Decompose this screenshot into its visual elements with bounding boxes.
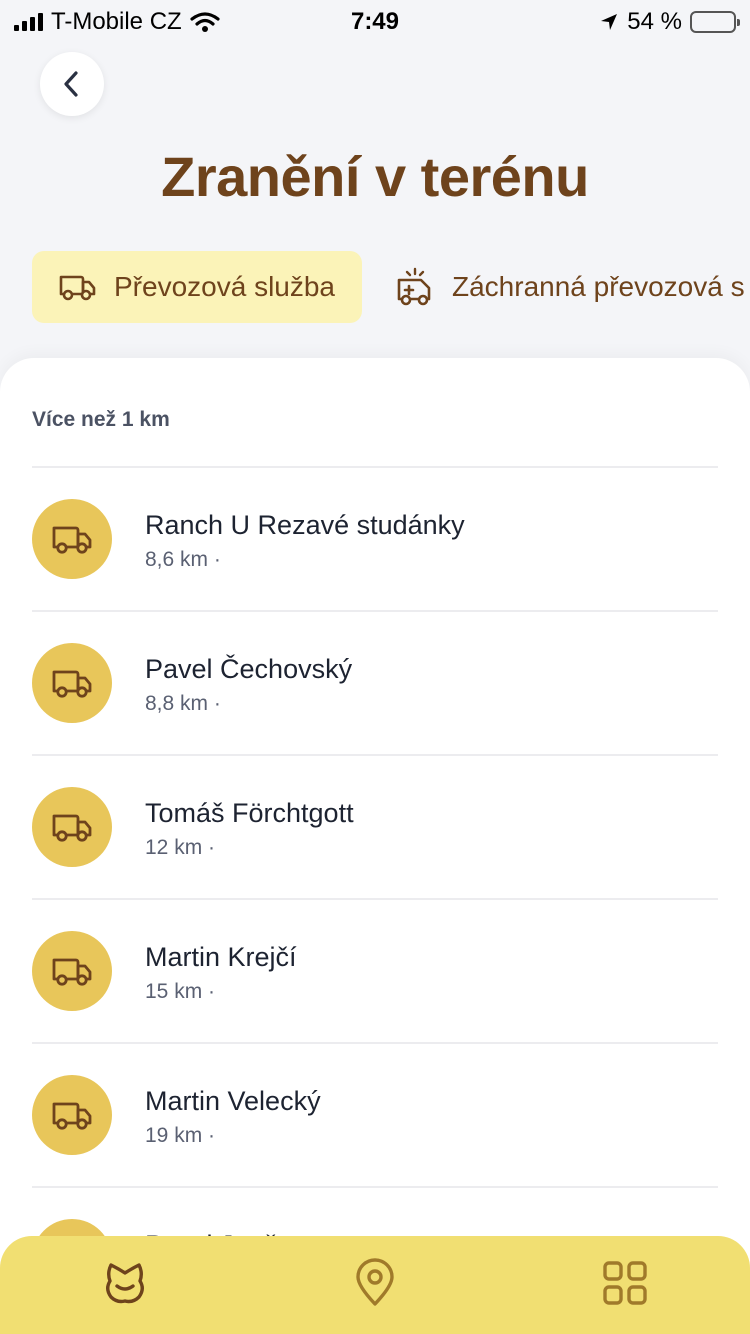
status-bar: T-Mobile CZ 7:49 54 %: [0, 0, 750, 44]
item-name: Martin Krejčí: [145, 942, 297, 972]
chip-rescue-transport[interactable]: Záchranná převozová s: [370, 251, 750, 323]
list-item[interactable]: Ranch U Rezavé studánky 8,6 km ·: [32, 466, 718, 610]
chip-transport-service[interactable]: Převozová služba: [32, 251, 362, 323]
battery-icon: [690, 11, 740, 33]
truck-icon: [32, 499, 112, 579]
list-item[interactable]: Tomáš Förchtgott 12 km ·: [32, 754, 718, 898]
item-distance: 15 km ·: [145, 980, 216, 1003]
provider-list: Ranch U Rezavé studánky 8,6 km · Pavel Č…: [32, 466, 718, 1330]
section-label: Více než 1 km: [32, 408, 170, 431]
item-name: Ranch U Rezavé studánky: [145, 510, 465, 540]
category-chips: Převozová služba Záchranná převozová s: [32, 251, 750, 323]
item-name: Tomáš Förchtgott: [145, 798, 354, 828]
item-name: Pavel Čechovský: [145, 654, 353, 684]
truck-icon: [32, 643, 112, 723]
results-card: Více než 1 km Ranch U Rezavé studánky 8,…: [0, 358, 750, 1334]
chevron-left-icon: [64, 71, 78, 97]
chip-label: Převozová služba: [114, 271, 336, 302]
location-arrow-icon: [601, 14, 618, 30]
pet-icon: [106, 1263, 144, 1304]
item-distance: 19 km ·: [145, 1124, 216, 1147]
truck-icon: [32, 931, 112, 1011]
tab-menu[interactable]: [585, 1243, 665, 1323]
list-item[interactable]: Martin Velecký 19 km ·: [32, 1042, 718, 1186]
page-title: Zranění v terénu: [161, 145, 589, 208]
item-distance: 8,6 km ·: [145, 548, 221, 571]
truck-icon: [32, 1075, 112, 1155]
list-item[interactable]: Pavel Čechovský 8,8 km ·: [32, 610, 718, 754]
back-button[interactable]: [40, 52, 104, 116]
item-distance: 12 km ·: [145, 836, 216, 859]
truck-icon: [32, 787, 112, 867]
grid-icon: [603, 1261, 647, 1305]
van-icon: [59, 275, 96, 301]
tab-bar: [0, 1236, 750, 1334]
chip-label: Záchranná převozová s: [452, 271, 745, 302]
tab-location[interactable]: [335, 1243, 415, 1323]
ambulance-icon: [397, 267, 431, 306]
list-item[interactable]: Martin Krejčí 15 km ·: [32, 898, 718, 1042]
status-right: 54 %: [599, 8, 740, 36]
item-distance: 8,8 km ·: [145, 692, 221, 715]
battery-percent: 54 %: [627, 8, 682, 35]
tab-pet[interactable]: [85, 1243, 165, 1323]
location-pin-icon: [356, 1258, 394, 1306]
item-name: Martin Velecký: [145, 1086, 321, 1116]
